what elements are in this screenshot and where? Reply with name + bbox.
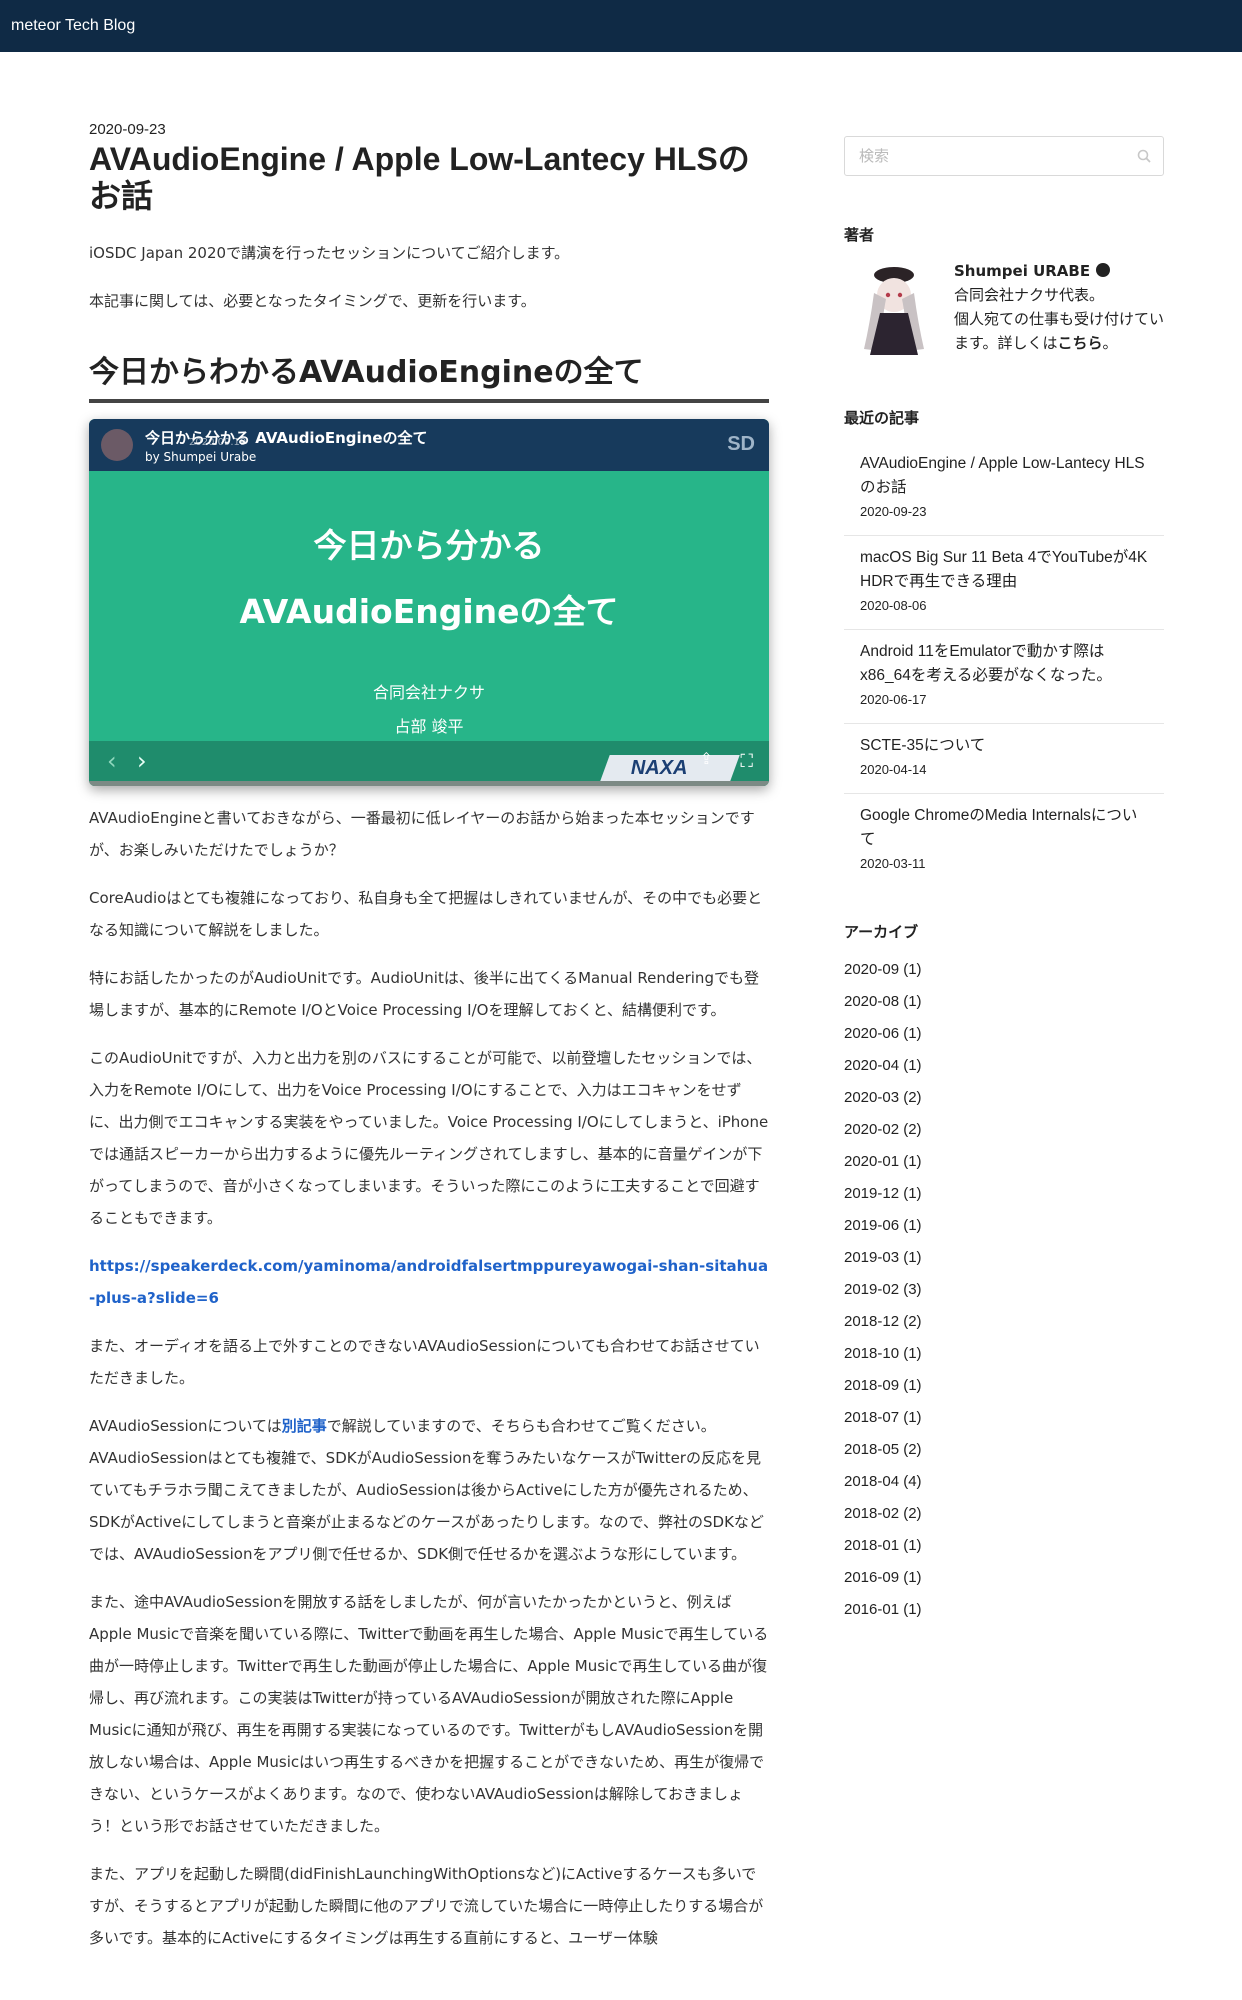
body-paragraph: また、アプリを起動した瞬間(didFinishLaunchingWithOpti… xyxy=(89,1865,764,1947)
recent-post-link[interactable]: SCTE-35について xyxy=(860,734,1148,758)
share-icon[interactable]: ⇪ xyxy=(700,749,713,768)
site-title-link[interactable]: meteor Tech Blog xyxy=(11,17,135,35)
slide-organization: 合同会社ナクサ xyxy=(372,683,485,702)
archive-link[interactable]: 2016-01 (1) xyxy=(844,1594,1164,1626)
archive-link[interactable]: 2018-09 (1) xyxy=(844,1370,1164,1402)
archive-link[interactable]: 2020-06 (1) xyxy=(844,1018,1164,1050)
author-bio-text: 。 xyxy=(1102,334,1118,352)
recent-post-date: 2020-06-17 xyxy=(860,692,927,707)
speakerdeck-logo-icon[interactable]: SD xyxy=(727,433,755,456)
body-paragraph: CoreAudioはとても複雑になっており、私自身も全て把握はしきれていませんが… xyxy=(89,889,763,939)
archive-link[interactable]: 2020-04 (1) xyxy=(844,1050,1164,1082)
archive-heading: アーカイブ xyxy=(844,923,919,941)
recent-post-link[interactable]: AVAudioEngine / Apple Low-Lantecy HLSのお話 xyxy=(860,452,1148,500)
slide-controls: ‹ › NAXA ⇪ ⛶ xyxy=(89,741,769,786)
author-bio: 個人宛ての仕事も受け付けています。詳しくはこちら。 xyxy=(954,307,1164,355)
recent-post-link[interactable]: Android 11をEmulatorで動かす際はx86_64を考える必要がなく… xyxy=(860,640,1148,688)
search-box[interactable] xyxy=(844,136,1164,176)
search-icon[interactable] xyxy=(1137,149,1151,163)
archive-link[interactable]: 2018-12 (2) xyxy=(844,1306,1164,1338)
recent-post-date: 2020-08-06 xyxy=(860,598,927,613)
archive-link[interactable]: 2018-04 (4) xyxy=(844,1466,1164,1498)
naxa-logo-text: NAXA xyxy=(630,757,688,779)
archive-link[interactable]: 2019-03 (1) xyxy=(844,1242,1164,1274)
paragraph-text: で解説していますので、そちらも合わせてご覧ください。AVAudioSession… xyxy=(89,1417,764,1563)
fullscreen-icon[interactable]: ⛶ xyxy=(740,751,753,772)
author-name: Shumpei URABE xyxy=(954,262,1091,280)
archive-link[interactable]: 2018-02 (2) xyxy=(844,1498,1164,1530)
slide-date: 2020.09.19 xyxy=(189,437,247,448)
recent-post-item: Google ChromeのMedia Internalsについて 2020-0… xyxy=(844,794,1164,887)
slide-presenter: 占部 竣平 xyxy=(394,717,464,736)
recent-post-item: SCTE-35について 2020-04-14 xyxy=(844,724,1164,794)
site-header: meteor Tech Blog xyxy=(0,0,1242,52)
speakerdeck-link[interactable]: https://speakerdeck.com/yaminoma/android… xyxy=(89,1257,768,1307)
paragraph-text: AVAudioSessionについては xyxy=(89,1417,282,1435)
article: 2020-09-23 AVAudioEngine / Apple Low-Lan… xyxy=(89,121,769,1970)
author-card: Shumpei URABE 合同会社ナクサ代表。 個人宛ての仕事も受け付けていま… xyxy=(844,259,1164,357)
archive-list: 2020-09 (1) 2020-08 (1) 2020-06 (1) 2020… xyxy=(844,954,1164,1626)
archive-link[interactable]: 2020-08 (1) xyxy=(844,986,1164,1018)
intro-paragraph: iOSDC Japan 2020で講演を行ったセッションについてご紹介します。 xyxy=(89,244,570,262)
recent-posts-heading: 最近の記事 xyxy=(844,409,920,427)
section-heading: 今日からわかるAVAudioEngineの全て xyxy=(89,347,769,403)
archive-link[interactable]: 2019-06 (1) xyxy=(844,1210,1164,1242)
archive-link[interactable]: 2020-01 (1) xyxy=(844,1146,1164,1178)
recent-post-item: macOS Big Sur 11 Beta 4でYouTubeが4K HDRで再… xyxy=(844,536,1164,630)
sidebar: 著者 Shumpei URABE 合同会社ナクサ代表。 個人宛ての仕事も受け付け… xyxy=(844,136,1164,1626)
archive-link[interactable]: 2020-02 (2) xyxy=(844,1114,1164,1146)
post-date: 2020-09-23 xyxy=(89,121,166,138)
archive-link[interactable]: 2018-05 (2) xyxy=(844,1434,1164,1466)
recent-post-item: AVAudioEngine / Apple Low-Lantecy HLSのお話… xyxy=(844,442,1164,536)
body-paragraph: また、オーディオを語る上で外すことのできないAVAudioSessionについて… xyxy=(89,1337,760,1387)
archive-link[interactable]: 2020-03 (2) xyxy=(844,1082,1164,1114)
author-contact-link[interactable]: こちら xyxy=(1058,334,1103,352)
slide-embed[interactable]: 今日から分かる AVAudioEngineの全て by Shumpei Urab… xyxy=(89,419,769,786)
recent-post-date: 2020-03-11 xyxy=(860,856,926,871)
author-info: Shumpei URABE 合同会社ナクサ代表。 個人宛ての仕事も受け付けていま… xyxy=(954,259,1164,357)
related-article-link[interactable]: 別記事 xyxy=(282,1417,327,1435)
body-paragraph: AVAudioEngineと書いておきながら、一番最初に低レイヤーのお話から始ま… xyxy=(89,809,755,859)
recent-post-link[interactable]: Google ChromeのMedia Internalsについて xyxy=(860,804,1148,852)
recent-post-item: Android 11をEmulatorで動かす際はx86_64を考える必要がなく… xyxy=(844,630,1164,724)
archive-link[interactable]: 2019-12 (1) xyxy=(844,1178,1164,1210)
slide-title[interactable]: 今日から分かる AVAudioEngineの全て xyxy=(145,427,428,448)
author-avatar xyxy=(844,259,942,357)
recent-post-date: 2020-09-23 xyxy=(860,504,927,519)
intro-paragraph: 本記事に関しては、必要となったタイミングで、更新を行います。 xyxy=(89,292,536,310)
next-slide-icon[interactable]: › xyxy=(137,747,147,775)
slide-content[interactable]: 今日から分かる AVAudioEngineの全て 合同会社ナクサ 占部 竣平 xyxy=(89,471,769,741)
archive-link[interactable]: 2019-02 (3) xyxy=(844,1274,1164,1306)
body-paragraph: AVAudioSessionについては別記事で解説していますので、そちらも合わせ… xyxy=(89,1410,769,1570)
archive-link[interactable]: 2020-09 (1) xyxy=(844,954,1164,986)
archive-link[interactable]: 2018-07 (1) xyxy=(844,1402,1164,1434)
link-paragraph: https://speakerdeck.com/yaminoma/android… xyxy=(89,1250,769,1314)
archive-link[interactable]: 2018-01 (1) xyxy=(844,1530,1164,1562)
slide-heading-line2: AVAudioEngineの全て xyxy=(239,592,619,631)
recent-post-date: 2020-04-14 xyxy=(860,762,927,777)
github-icon[interactable] xyxy=(1096,263,1111,277)
slide-heading-line1: 今日から分かる xyxy=(313,526,545,565)
body-paragraph: また、途中AVAudioSessionを開放する話をしましたが、何が言いたかった… xyxy=(89,1593,769,1835)
author-heading: 著者 xyxy=(844,226,875,244)
recent-post-link[interactable]: macOS Big Sur 11 Beta 4でYouTubeが4K HDRで再… xyxy=(860,546,1148,594)
author-bio: 合同会社ナクサ代表。 xyxy=(954,286,1105,304)
previous-slide-icon[interactable]: ‹ xyxy=(107,747,117,775)
recent-posts-list: AVAudioEngine / Apple Low-Lantecy HLSのお話… xyxy=(844,442,1164,887)
search-input[interactable] xyxy=(857,146,1121,166)
slide-author-avatar xyxy=(101,429,133,461)
slide-author[interactable]: by Shumpei Urabe xyxy=(145,450,428,464)
body-paragraph: 特にお話したかったのがAudioUnitです。AudioUnitは、後半に出てく… xyxy=(89,969,759,1019)
naxa-logo: NAXA xyxy=(600,755,740,781)
slide-header: 今日から分かる AVAudioEngineの全て by Shumpei Urab… xyxy=(89,419,769,471)
archive-link[interactable]: 2016-09 (1) xyxy=(844,1562,1164,1594)
post-title: AVAudioEngine / Apple Low-Lantecy HLSのお話 xyxy=(89,141,750,214)
archive-link[interactable]: 2018-10 (1) xyxy=(844,1338,1164,1370)
body-paragraph: このAudioUnitですが、入力と出力を別のバスにすることが可能で、以前登壇し… xyxy=(89,1049,769,1227)
